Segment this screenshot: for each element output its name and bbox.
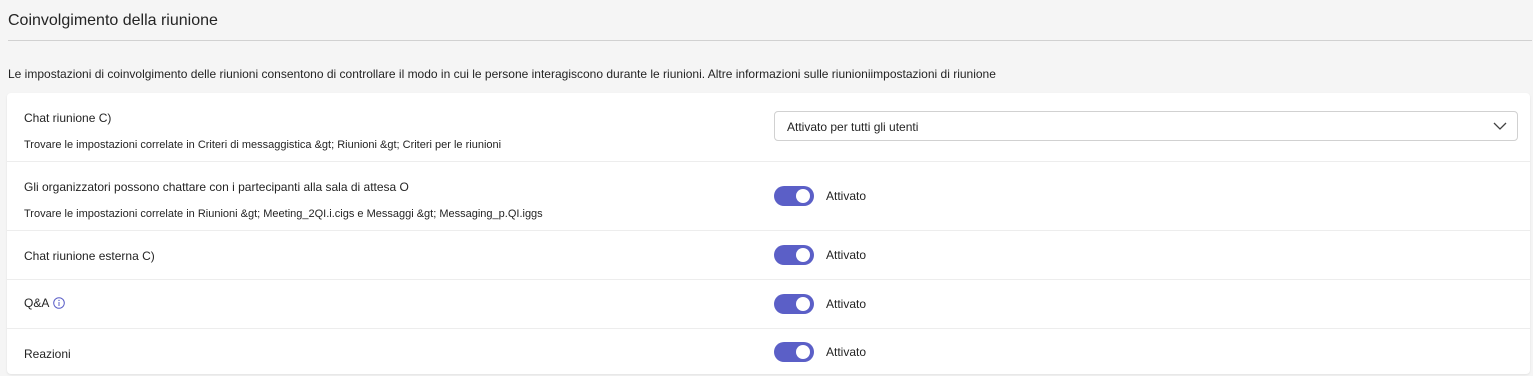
- toggle-state-label: Attivato: [826, 248, 867, 262]
- setting-row-lobby-chat: Gli organizzatori possono chattare con i…: [7, 161, 1530, 231]
- setting-sublabel: Trovare le impostazioni correlate in Cri…: [24, 139, 502, 151]
- setting-label-text: Gli organizzatori possono chattare con i…: [24, 180, 409, 194]
- lobby-chat-toggle-group: Attivato: [774, 186, 866, 206]
- toggle-knob: [796, 297, 810, 311]
- setting-row-reactions: Reazioni Attivato: [7, 328, 1530, 374]
- meeting-chat-dropdown[interactable]: Attivato per tutti gli utenti: [774, 111, 1518, 141]
- toggle-state-label: Attivato: [826, 297, 867, 311]
- page-header: Coinvolgimento della riunione: [8, 0, 1532, 41]
- qna-toggle[interactable]: [774, 294, 814, 314]
- reactions-toggle[interactable]: [774, 342, 814, 362]
- setting-label-text: Chat riunione C): [24, 111, 112, 125]
- setting-row-external-chat: Chat riunione esterna C) Attivato: [7, 230, 1530, 280]
- external-chat-toggle-group: Attivato: [774, 245, 866, 265]
- setting-label: Gli organizzatori possono chattare con i…: [24, 180, 409, 194]
- setting-row-qna: Q&A Attivato: [7, 279, 1530, 329]
- chevron-down-icon: [1493, 122, 1507, 130]
- setting-label-text: Reazioni: [24, 347, 71, 361]
- toggle-knob: [796, 345, 810, 359]
- toggle-state-label: Attivato: [826, 189, 867, 203]
- setting-label: Chat riunione C): [24, 111, 111, 125]
- section-description: Le impostazioni di coinvolgimento delle …: [8, 67, 996, 81]
- toggle-state-label: Attivato: [826, 345, 867, 359]
- reactions-toggle-group: Attivato: [774, 342, 866, 362]
- toggle-knob: [796, 248, 810, 262]
- setting-label: Q&A: [24, 296, 66, 310]
- lobby-chat-toggle[interactable]: [774, 186, 814, 206]
- dropdown-selected-value: Attivato per tutti gli utenti: [787, 120, 919, 134]
- toggle-knob: [796, 189, 810, 203]
- setting-label-text: Chat riunione esterna C): [24, 249, 155, 263]
- setting-label: Reazioni: [24, 347, 71, 361]
- page-title: Coinvolgimento della riunione: [8, 12, 218, 29]
- setting-sublabel: Trovare le impostazioni correlate in Riu…: [24, 208, 543, 220]
- qna-toggle-group: Attivato: [774, 294, 866, 314]
- external-chat-toggle[interactable]: [774, 245, 814, 265]
- setting-label-text: Q&A: [24, 296, 50, 310]
- setting-row-meeting-chat: Chat riunione C) Trovare le impostazioni…: [7, 93, 1530, 162]
- settings-card: Chat riunione C) Trovare le impostazioni…: [7, 93, 1530, 374]
- setting-label: Chat riunione esterna C): [24, 249, 155, 263]
- info-icon[interactable]: [53, 297, 66, 309]
